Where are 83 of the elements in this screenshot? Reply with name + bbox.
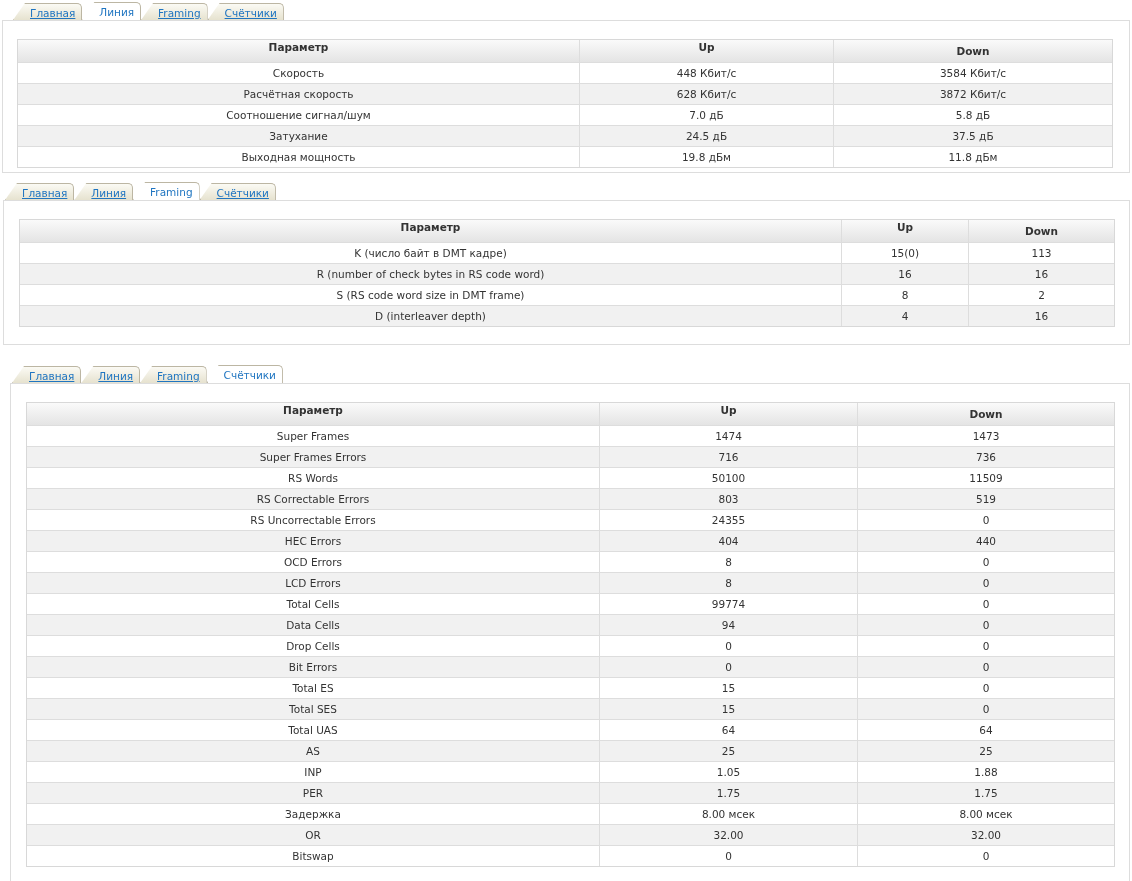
- column-header: Up: [841, 220, 968, 242]
- table-cell-text: Bitswap: [291, 849, 335, 864]
- table-cell-text: K (число байт в DMT кадре): [353, 246, 508, 261]
- table-cell: 0: [857, 699, 1114, 719]
- table-cell-text: Расчётная скорость: [242, 87, 355, 102]
- table-cell: 25: [599, 741, 857, 761]
- tab[interactable]: Framing: [140, 366, 207, 383]
- table-cell: 404: [599, 531, 857, 551]
- tab[interactable]: Счётчики: [199, 183, 276, 200]
- table-cell: 8: [599, 573, 857, 593]
- table-cell: 0: [599, 846, 857, 866]
- table-cell: 0: [857, 573, 1114, 593]
- table-cell: 440: [857, 531, 1114, 551]
- table-cell-text: Total SES: [288, 702, 338, 717]
- table-cell: 0: [599, 657, 857, 677]
- table-cell: 32.00: [599, 825, 857, 845]
- table-cell: 16: [841, 264, 968, 284]
- table-cell-text: OCD Errors: [282, 555, 344, 570]
- tab[interactable]: Framing: [133, 182, 200, 200]
- table-cell-text: Скорость: [271, 66, 326, 81]
- tab[interactable]: Framing: [141, 3, 208, 20]
- table-cell-text: Super Frames Errors: [258, 450, 368, 465]
- table-cell: 803: [599, 489, 857, 509]
- table-cell: 628 Кбит/с: [579, 84, 833, 104]
- table-cell-text: Super Frames: [275, 429, 351, 444]
- table-cell: 716: [599, 447, 857, 467]
- table-cell-text: OR: [304, 828, 322, 843]
- table-cell-text: Выходная мощность: [240, 150, 357, 165]
- tab[interactable]: Главная: [13, 3, 83, 20]
- column-header: Up: [579, 40, 833, 62]
- table-cell: 37.5 дБ: [833, 126, 1112, 146]
- table-cell: 0: [857, 615, 1114, 635]
- table-cell: 0: [857, 846, 1114, 866]
- table-cell: 15: [599, 699, 857, 719]
- table-cell: 24.5 дБ: [579, 126, 833, 146]
- tab[interactable]: Линия: [82, 2, 142, 20]
- table-cell: 0: [857, 657, 1114, 677]
- tab[interactable]: Главная: [5, 183, 75, 200]
- column-header: Down: [833, 40, 1112, 62]
- column-header: Параметр: [282, 403, 344, 418]
- column-header: Up: [599, 403, 857, 425]
- table-cell: 16: [968, 264, 1114, 284]
- table-cell-text: HEC Errors: [283, 534, 343, 549]
- table-cell: 32.00: [857, 825, 1114, 845]
- table-cell-text: Задержка: [284, 807, 342, 822]
- table-cell: 16: [968, 306, 1114, 326]
- table-cell-text: Bit Errors: [287, 660, 339, 675]
- table-cell: 94: [599, 615, 857, 635]
- column-header: Down: [968, 220, 1114, 242]
- table-cell-text: Total ES: [291, 681, 335, 696]
- table-cell-text: Total Cells: [285, 597, 341, 612]
- table-cell-text: Data Cells: [285, 618, 341, 633]
- table-cell-text: Drop Cells: [285, 639, 341, 654]
- table-cell: 3872 Кбит/с: [833, 84, 1112, 104]
- table-cell-text: Total UAS: [287, 723, 339, 738]
- table-cell-text: Затухание: [268, 129, 329, 144]
- tab[interactable]: Линия: [74, 183, 134, 200]
- table-cell-text: RS Correctable Errors: [255, 492, 371, 507]
- table-cell: 11.8 дБм: [833, 147, 1112, 167]
- column-header: Down: [857, 403, 1114, 425]
- table-cell-text: RS Words: [287, 471, 339, 486]
- column-header: Параметр: [399, 220, 462, 235]
- table-cell-text: S (RS code word size in DMT frame): [335, 288, 526, 303]
- tab[interactable]: Линия: [81, 366, 141, 383]
- table-cell-text: Соотношение сигнал/шум: [225, 108, 372, 123]
- table-cell-text: R (number of check bytes in RS code word): [315, 267, 546, 282]
- table-cell: 1.75: [857, 783, 1114, 803]
- column-header: Параметр: [267, 40, 330, 55]
- table-cell: 736: [857, 447, 1114, 467]
- table-cell: 19.8 дБм: [579, 147, 833, 167]
- table-cell-text: LCD Errors: [284, 576, 342, 591]
- tab[interactable]: Счётчики: [206, 365, 283, 383]
- table-cell: 4: [841, 306, 968, 326]
- table-cell-text: AS: [305, 744, 321, 759]
- table-cell-text: INP: [303, 765, 323, 780]
- table-cell-text: D (interleaver depth): [374, 309, 487, 324]
- table-cell: 1.75: [599, 783, 857, 803]
- table-cell-text: RS Uncorrectable Errors: [249, 513, 377, 528]
- table-cell-text: PER: [301, 786, 325, 801]
- table-cell: 519: [857, 489, 1114, 509]
- tab[interactable]: Главная: [12, 366, 82, 383]
- table-cell: 25: [857, 741, 1114, 761]
- tab[interactable]: Счётчики: [207, 3, 284, 20]
